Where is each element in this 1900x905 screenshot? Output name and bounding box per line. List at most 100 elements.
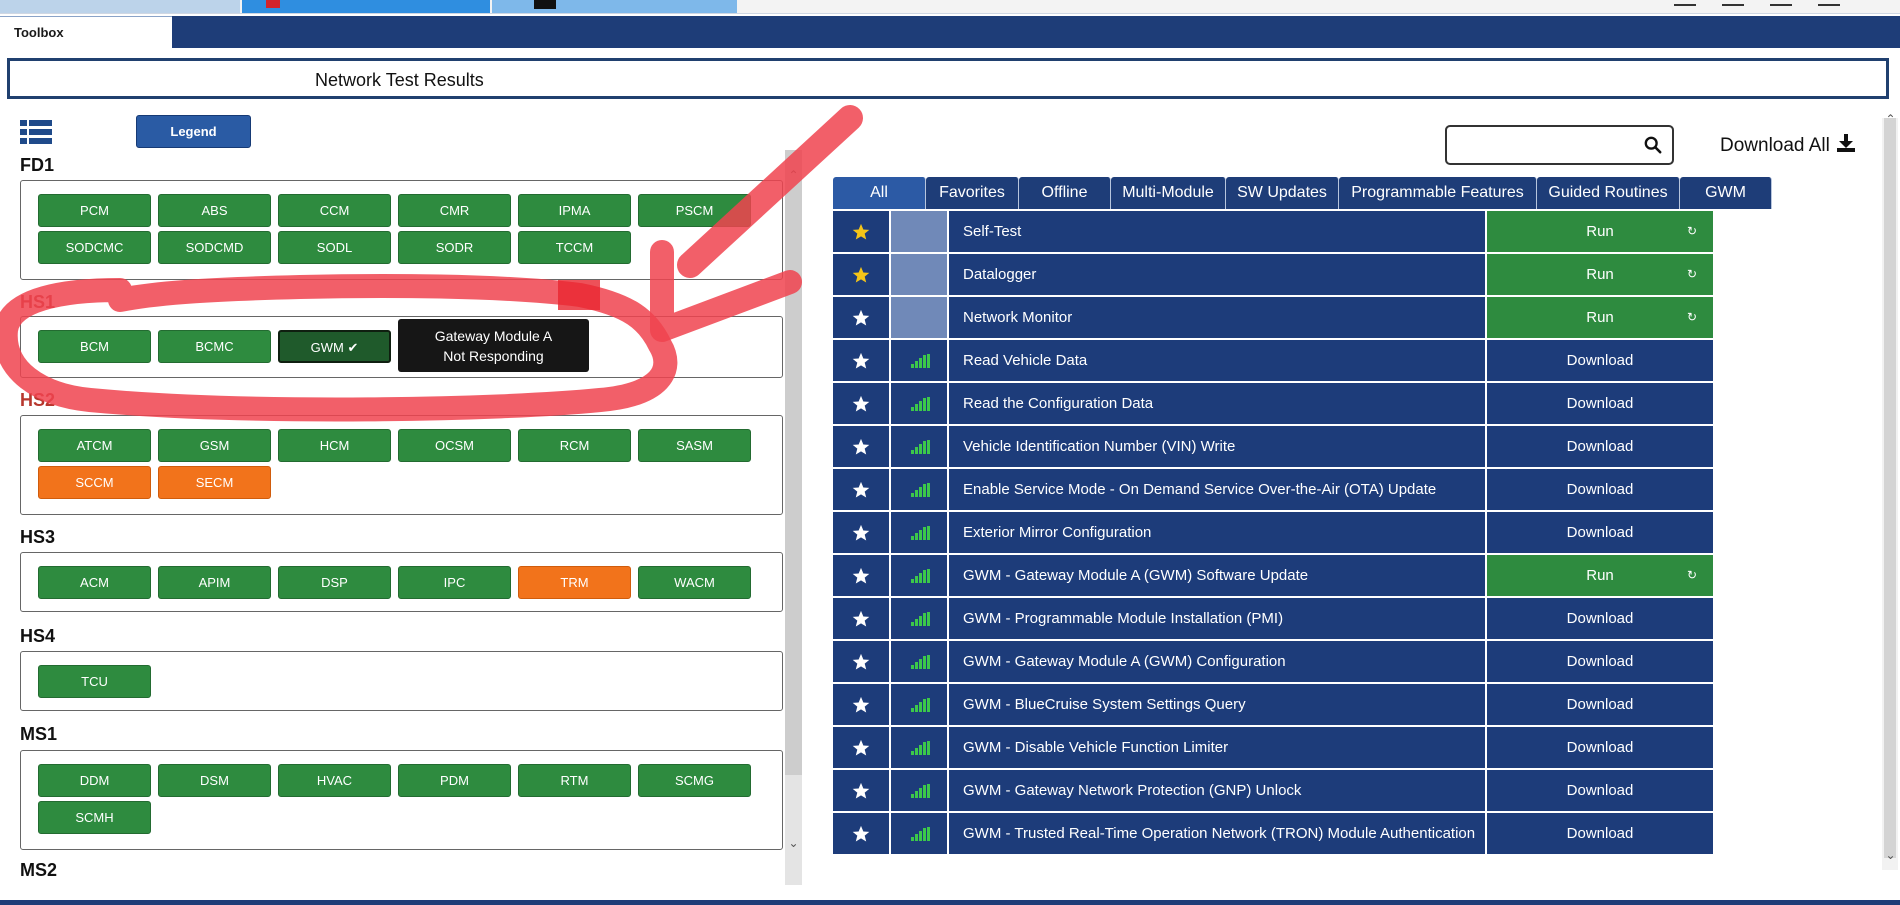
module-button-scmh[interactable]: SCMH bbox=[38, 801, 151, 834]
module-button-pcm[interactable]: PCM bbox=[38, 194, 151, 227]
left-scrollbar[interactable] bbox=[785, 150, 802, 885]
scroll-down-icon[interactable]: ⌄ bbox=[785, 836, 802, 850]
routine-row[interactable]: Read Vehicle Data Download bbox=[833, 340, 1880, 383]
star-icon[interactable] bbox=[833, 383, 889, 424]
star-icon[interactable] bbox=[833, 641, 889, 682]
tab-gwm[interactable]: GWM bbox=[1680, 177, 1772, 209]
module-button-dsp[interactable]: DSP bbox=[278, 566, 391, 599]
download-button[interactable]: Download bbox=[1487, 770, 1713, 811]
routine-row[interactable]: GWM - Trusted Real-Time Operation Networ… bbox=[833, 813, 1880, 856]
toolbox-tab[interactable]: Toolbox bbox=[0, 16, 172, 48]
routine-row[interactable]: Self-Test Run ↻ bbox=[833, 211, 1880, 254]
run-button[interactable]: Run ↻ bbox=[1487, 254, 1713, 295]
module-button-ocsm[interactable]: OCSM bbox=[398, 429, 511, 462]
star-icon[interactable] bbox=[833, 512, 889, 553]
module-button-hvac[interactable]: HVAC bbox=[278, 764, 391, 797]
module-button-rtm[interactable]: RTM bbox=[518, 764, 631, 797]
tab-multi-module[interactable]: Multi-Module bbox=[1111, 177, 1226, 209]
search-input[interactable] bbox=[1445, 125, 1674, 165]
module-button-atcm[interactable]: ATCM bbox=[38, 429, 151, 462]
tray-icon[interactable] bbox=[1818, 0, 1840, 6]
module-button-ccm[interactable]: CCM bbox=[278, 194, 391, 227]
module-button-sodcmd[interactable]: SODCMD bbox=[158, 231, 271, 264]
module-button-pdm[interactable]: PDM bbox=[398, 764, 511, 797]
module-button-tcu[interactable]: TCU bbox=[38, 665, 151, 698]
module-button-acm[interactable]: ACM bbox=[38, 566, 151, 599]
download-button[interactable]: Download bbox=[1487, 383, 1713, 424]
routine-row[interactable]: Datalogger Run ↻ bbox=[833, 254, 1880, 297]
tab-sw-updates[interactable]: SW Updates bbox=[1226, 177, 1339, 209]
star-icon[interactable] bbox=[833, 598, 889, 639]
module-button-wacm[interactable]: WACM bbox=[638, 566, 751, 599]
scroll-up-icon[interactable]: ⌃ bbox=[785, 168, 802, 182]
os-tab[interactable] bbox=[0, 0, 240, 13]
module-button-gsm[interactable]: GSM bbox=[158, 429, 271, 462]
module-button-sodr[interactable]: SODR bbox=[398, 231, 511, 264]
legend-button[interactable]: Legend bbox=[136, 115, 251, 148]
module-button-bcmc[interactable]: BCMC bbox=[158, 330, 271, 363]
star-icon[interactable] bbox=[833, 426, 889, 467]
tab-favorites[interactable]: Favorites bbox=[926, 177, 1019, 209]
star-icon[interactable] bbox=[833, 684, 889, 725]
scroll-up-icon[interactable]: ⌃ bbox=[1882, 112, 1899, 126]
star-icon[interactable] bbox=[833, 211, 889, 252]
module-button-scmg[interactable]: SCMG bbox=[638, 764, 751, 797]
star-icon[interactable] bbox=[833, 555, 889, 596]
tab-all[interactable]: All bbox=[833, 177, 926, 209]
right-scrollbar[interactable] bbox=[1882, 118, 1898, 870]
download-button[interactable]: Download bbox=[1487, 426, 1713, 467]
module-button-gwm[interactable]: GWM ✔ bbox=[278, 330, 391, 363]
run-button[interactable]: Run ↻ bbox=[1487, 297, 1713, 338]
tab-programmable-features[interactable]: Programmable Features bbox=[1339, 177, 1537, 209]
module-button-trm[interactable]: TRM bbox=[518, 566, 631, 599]
download-button[interactable]: Download bbox=[1487, 684, 1713, 725]
module-button-apim[interactable]: APIM bbox=[158, 566, 271, 599]
routine-row[interactable]: GWM - Programmable Module Installation (… bbox=[833, 598, 1880, 641]
module-button-rcm[interactable]: RCM bbox=[518, 429, 631, 462]
routine-row[interactable]: Network Monitor Run ↻ bbox=[833, 297, 1880, 340]
star-icon[interactable] bbox=[833, 340, 889, 381]
routine-row[interactable]: GWM - Gateway Network Protection (GNP) U… bbox=[833, 770, 1880, 813]
module-button-dsm[interactable]: DSM bbox=[158, 764, 271, 797]
module-button-pscm[interactable]: PSCM bbox=[638, 194, 751, 227]
routine-row[interactable]: GWM - BlueCruise System Settings Query Do… bbox=[833, 684, 1880, 727]
routine-row[interactable]: Read the Configuration Data Download bbox=[833, 383, 1880, 426]
download-button[interactable]: Download bbox=[1487, 469, 1713, 510]
run-button[interactable]: Run ↻ bbox=[1487, 211, 1713, 252]
download-button[interactable]: Download bbox=[1487, 813, 1713, 854]
routine-row[interactable]: GWM - Gateway Module A (GWM) Software Up… bbox=[833, 555, 1880, 598]
tray-icon[interactable] bbox=[1722, 0, 1744, 6]
download-button[interactable]: Download bbox=[1487, 512, 1713, 553]
run-button[interactable]: Run ↻ bbox=[1487, 555, 1713, 596]
module-button-sodl[interactable]: SODL bbox=[278, 231, 391, 264]
routine-row[interactable]: Exterior Mirror Configuration Download bbox=[833, 512, 1880, 555]
download-button[interactable]: Download bbox=[1487, 641, 1713, 682]
routine-row[interactable]: GWM - Disable Vehicle Function Limiter Do… bbox=[833, 727, 1880, 770]
list-grid-icon[interactable] bbox=[20, 120, 52, 144]
module-button-sccm[interactable]: SCCM bbox=[38, 466, 151, 499]
module-button-tccm[interactable]: TCCM bbox=[518, 231, 631, 264]
module-button-cmr[interactable]: CMR bbox=[398, 194, 511, 227]
module-button-ipc[interactable]: IPC bbox=[398, 566, 511, 599]
star-icon[interactable] bbox=[833, 297, 889, 338]
star-icon[interactable] bbox=[833, 727, 889, 768]
module-button-bcm[interactable]: BCM bbox=[38, 330, 151, 363]
download-button[interactable]: Download bbox=[1487, 727, 1713, 768]
scroll-down-icon[interactable]: ⌄ bbox=[1882, 848, 1899, 862]
module-button-abs[interactable]: ABS bbox=[158, 194, 271, 227]
module-button-sodcmc[interactable]: SODCMC bbox=[38, 231, 151, 264]
star-icon[interactable] bbox=[833, 770, 889, 811]
download-button[interactable]: Download bbox=[1487, 598, 1713, 639]
download-button[interactable]: Download bbox=[1487, 340, 1713, 381]
tray-icon[interactable] bbox=[1674, 0, 1696, 6]
os-tab[interactable] bbox=[242, 0, 490, 13]
module-button-sasm[interactable]: SASM bbox=[638, 429, 751, 462]
search-icon[interactable] bbox=[1644, 136, 1662, 154]
star-icon[interactable] bbox=[833, 254, 889, 295]
routine-row[interactable]: Enable Service Mode - On Demand Service … bbox=[833, 469, 1880, 512]
module-button-ipma[interactable]: IPMA bbox=[518, 194, 631, 227]
routine-row[interactable]: Vehicle Identification Number (VIN) Writ… bbox=[833, 426, 1880, 469]
module-button-secm[interactable]: SECM bbox=[158, 466, 271, 499]
star-icon[interactable] bbox=[833, 469, 889, 510]
star-icon[interactable] bbox=[833, 813, 889, 854]
